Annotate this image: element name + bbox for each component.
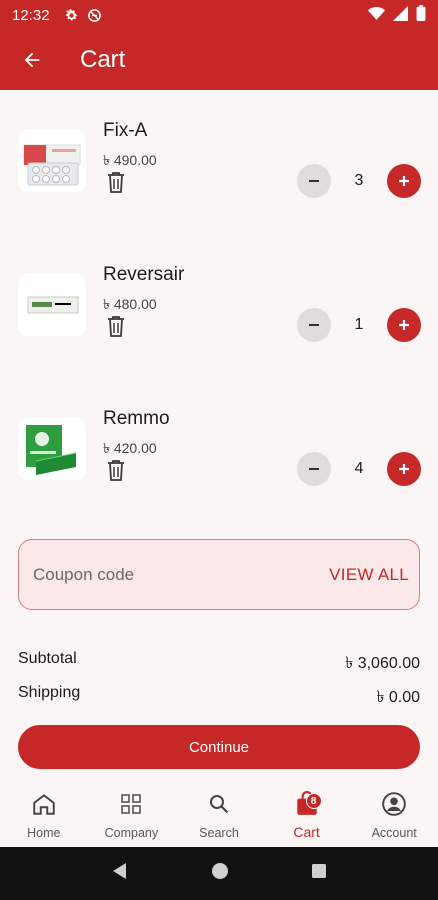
subtotal-row: Subtotal ৳ 3,060.00 bbox=[18, 650, 420, 677]
status-time: 12:32 bbox=[12, 6, 50, 24]
cart-item: Fix-A ৳ 490.00 3 bbox=[0, 120, 438, 250]
account-icon bbox=[381, 790, 407, 818]
subtotal-label: Subtotal bbox=[18, 650, 77, 667]
nav-label-cart: Cart bbox=[293, 824, 320, 840]
back-arrow-icon[interactable] bbox=[0, 30, 64, 90]
system-recents-icon[interactable] bbox=[311, 863, 327, 884]
coupon-code-input[interactable]: Coupon code bbox=[33, 565, 329, 585]
do-not-disturb-icon bbox=[87, 8, 102, 23]
system-navigation-bar bbox=[0, 847, 438, 900]
cart-item: Remmo ৳ 420.00 4 bbox=[0, 408, 438, 538]
quantity-value: 3 bbox=[354, 172, 364, 189]
nav-item-home[interactable]: Home bbox=[0, 780, 88, 847]
coupon-field[interactable]: Coupon code VIEW ALL bbox=[18, 539, 420, 610]
increase-quantity-button[interactable] bbox=[387, 308, 421, 342]
page-title: Cart bbox=[80, 46, 126, 73]
subtotal-value: ৳ 3,060.00 bbox=[345, 655, 420, 672]
system-back-icon[interactable] bbox=[111, 862, 129, 885]
signal-icon bbox=[393, 5, 408, 25]
system-home-icon[interactable] bbox=[211, 862, 229, 885]
status-bar: 12:32 bbox=[0, 0, 438, 30]
product-image-fix-a[interactable] bbox=[18, 130, 86, 192]
nav-item-cart[interactable]: 8 Cart bbox=[263, 780, 351, 847]
delete-trash-icon[interactable] bbox=[105, 456, 127, 484]
shipping-row: Shipping ৳ 0.00 bbox=[18, 684, 420, 711]
cart-item: Reversair ৳ 480.00 1 bbox=[0, 264, 438, 394]
product-image-remmo[interactable] bbox=[18, 418, 86, 480]
continue-button[interactable]: Continue bbox=[18, 725, 420, 769]
delete-trash-icon[interactable] bbox=[105, 312, 127, 340]
quantity-value: 1 bbox=[354, 316, 364, 333]
decrease-quantity-button[interactable] bbox=[297, 164, 331, 198]
view-all-coupons-button[interactable]: VIEW ALL bbox=[329, 565, 409, 585]
cart-count-badge: 8 bbox=[305, 793, 322, 809]
product-name: Remmo bbox=[103, 408, 170, 429]
nav-item-account[interactable]: Account bbox=[350, 780, 438, 847]
cart-bag-icon: 8 bbox=[294, 790, 322, 818]
nav-item-company[interactable]: Company bbox=[88, 780, 176, 847]
battery-icon bbox=[416, 5, 426, 25]
quantity-value: 4 bbox=[354, 460, 364, 477]
delete-trash-icon[interactable] bbox=[105, 168, 127, 196]
search-icon bbox=[207, 790, 231, 818]
nav-label-account: Account bbox=[371, 826, 417, 840]
app-bar: Cart bbox=[0, 30, 438, 90]
grid-icon bbox=[119, 790, 143, 818]
increase-quantity-button[interactable] bbox=[387, 164, 421, 198]
nav-label-company: Company bbox=[104, 826, 159, 840]
increase-quantity-button[interactable] bbox=[387, 452, 421, 486]
settings-gear-icon bbox=[64, 8, 79, 23]
nav-label-home: Home bbox=[27, 826, 61, 840]
product-name: Fix-A bbox=[103, 120, 148, 141]
shipping-label: Shipping bbox=[18, 684, 81, 701]
nav-label-search: Search bbox=[199, 826, 239, 840]
bottom-navigation: Home Company Search 8 Cart Account bbox=[0, 780, 438, 847]
shipping-value: ৳ 0.00 bbox=[376, 689, 420, 706]
decrease-quantity-button[interactable] bbox=[297, 308, 331, 342]
nav-item-search[interactable]: Search bbox=[175, 780, 263, 847]
home-icon bbox=[31, 790, 57, 818]
decrease-quantity-button[interactable] bbox=[297, 452, 331, 486]
product-name: Reversair bbox=[103, 264, 185, 285]
product-image-reversair[interactable] bbox=[18, 274, 86, 336]
wifi-icon bbox=[368, 6, 385, 25]
